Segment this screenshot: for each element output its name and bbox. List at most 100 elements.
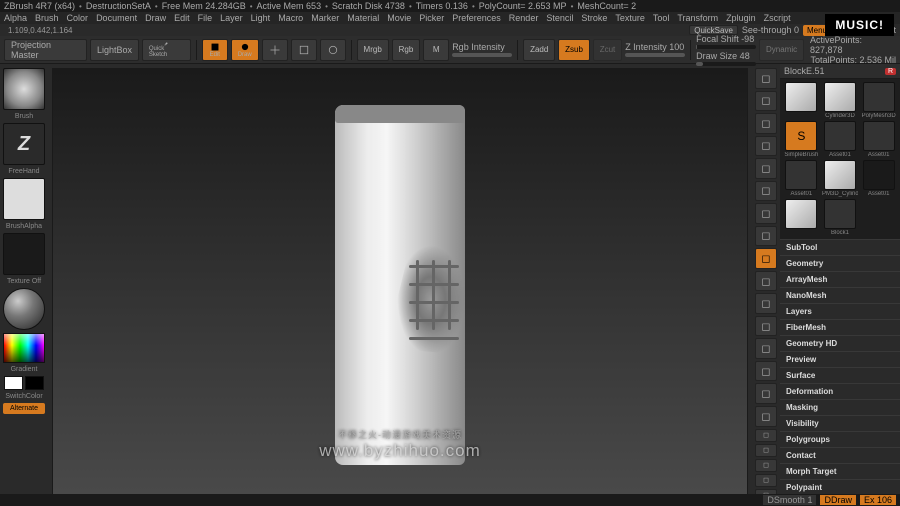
section-arraymesh[interactable]: ArrayMesh	[780, 271, 900, 287]
menu-texture[interactable]: Texture	[615, 13, 645, 23]
shelf-spix[interactable]: ◻	[755, 68, 777, 89]
shelf-scroll[interactable]: ◻	[755, 91, 777, 112]
brush-picker[interactable]	[3, 68, 45, 110]
menu-layer[interactable]: Layer	[220, 13, 243, 23]
section-surface[interactable]: Surface	[780, 367, 900, 383]
section-polypaint[interactable]: Polypaint	[780, 479, 900, 495]
shelf-ghost[interactable]: ◻	[755, 459, 777, 472]
ex-stat[interactable]: Ex 106	[860, 495, 896, 505]
menu-zplugin[interactable]: Zplugin	[726, 13, 756, 23]
shelf-xpose[interactable]: ◻	[755, 293, 777, 314]
shelf-move[interactable]: ◻	[755, 338, 777, 359]
section-geometry-hd[interactable]: Geometry HD	[780, 335, 900, 351]
section-deformation[interactable]: Deformation	[780, 383, 900, 399]
section-morph-target[interactable]: Morph Target	[780, 463, 900, 479]
switchcolor-button[interactable]: SwitchColor	[5, 393, 42, 400]
zcut-button[interactable]: Zcut	[593, 39, 622, 61]
menu-file[interactable]: File	[198, 13, 213, 23]
menu-material[interactable]: Material	[347, 13, 379, 23]
rgb-intensity-slider[interactable]: Rgb Intensity	[452, 42, 512, 57]
draw-size-slider[interactable]: Draw Size 48	[696, 51, 756, 66]
dsmooth-stat[interactable]: DSmooth 1	[763, 495, 816, 505]
stroke-picker[interactable]: Z	[3, 123, 45, 165]
menu-tool[interactable]: Tool	[653, 13, 670, 23]
shelf-polyf[interactable]: ◻	[755, 406, 777, 427]
menu-movie[interactable]: Movie	[387, 13, 411, 23]
tool-thumb[interactable]	[863, 121, 895, 151]
edit-mode-button[interactable]: Edit	[202, 39, 228, 61]
focal-shift-slider[interactable]: Focal Shift -98	[696, 34, 756, 49]
section-subtool[interactable]: SubTool	[780, 239, 900, 255]
shelf-frame[interactable]: ◻	[755, 316, 777, 337]
dynamic-button[interactable]: Dynamic	[759, 39, 804, 61]
zadd-button[interactable]: Zadd	[523, 39, 555, 61]
material-picker[interactable]	[3, 288, 45, 330]
menu-color[interactable]: Color	[67, 13, 89, 23]
shelf-trnsp[interactable]: ◻	[755, 444, 777, 457]
tool-thumb[interactable]	[785, 82, 817, 112]
move-button[interactable]	[262, 39, 288, 61]
shelf-persp[interactable]: ◻	[755, 181, 777, 202]
section-contact[interactable]: Contact	[780, 447, 900, 463]
tool-thumb[interactable]	[824, 121, 856, 151]
menu-transform[interactable]: Transform	[677, 13, 718, 23]
section-masking[interactable]: Masking	[780, 399, 900, 415]
menu-light[interactable]: Light	[251, 13, 271, 23]
menu-zscript[interactable]: Zscript	[764, 13, 791, 23]
viewport[interactable]: 不移之火-动漫游戏美术资源 www.byzhihuo.com	[52, 68, 748, 502]
menu-marker[interactable]: Marker	[311, 13, 339, 23]
tool-thumb[interactable]	[785, 160, 817, 190]
shelf-aahalf[interactable]: ◻	[755, 158, 777, 179]
quick-sketch-button[interactable]: Quick Sketch	[142, 39, 191, 61]
menu-render[interactable]: Render	[509, 13, 539, 23]
texture-picker[interactable]	[3, 233, 45, 275]
tool-thumb[interactable]	[863, 160, 895, 190]
lightbox-button[interactable]: LightBox	[90, 39, 139, 61]
menu-stencil[interactable]: Stencil	[546, 13, 573, 23]
section-geometry[interactable]: Geometry	[780, 255, 900, 271]
shelf-rotate[interactable]: ◻	[755, 383, 777, 404]
shelf-actual[interactable]: ◻	[755, 136, 777, 157]
shelf-pt sel[interactable]: ◻	[755, 429, 777, 442]
ddraw-stat[interactable]: DDraw	[820, 495, 856, 505]
menu-edit[interactable]: Edit	[174, 13, 190, 23]
section-preview[interactable]: Preview	[780, 351, 900, 367]
mesh-object[interactable]	[335, 105, 465, 465]
menu-draw[interactable]: Draw	[145, 13, 166, 23]
shelf-scale[interactable]: ◻	[755, 361, 777, 382]
rgb-button[interactable]: Rgb	[392, 39, 421, 61]
alpha-picker[interactable]	[3, 178, 45, 220]
tool-thumb[interactable]	[863, 82, 895, 112]
tool-thumb[interactable]	[824, 199, 856, 229]
alternate-button[interactable]: Alternate	[3, 403, 45, 414]
menu-document[interactable]: Document	[96, 13, 137, 23]
secondary-color-swatch[interactable]	[25, 376, 44, 390]
section-layers[interactable]: Layers	[780, 303, 900, 319]
section-nanomesh[interactable]: NanoMesh	[780, 287, 900, 303]
menu-brush[interactable]: Brush	[35, 13, 59, 23]
rotate-button[interactable]	[320, 39, 346, 61]
menu-picker[interactable]: Picker	[419, 13, 444, 23]
tool-block-header[interactable]: BlockE.51R	[780, 64, 900, 79]
shelf-solo[interactable]: ◻	[755, 474, 777, 487]
main-color-swatch[interactable]	[4, 376, 23, 390]
tool-thumb[interactable]	[824, 160, 856, 190]
section-fibermesh[interactable]: FiberMesh	[780, 319, 900, 335]
projection-master-button[interactable]: Projection Master	[4, 39, 87, 61]
shelf-l.sym[interactable]: ◻	[755, 271, 777, 292]
zsub-button[interactable]: Zsub	[558, 39, 590, 61]
menu-macro[interactable]: Macro	[278, 13, 303, 23]
mrgb-button[interactable]: Mrgb	[357, 39, 389, 61]
tool-thumb[interactable]	[824, 82, 856, 112]
shelf-lce[interactable]: ◻	[755, 248, 777, 269]
draw-mode-button[interactable]: Draw	[231, 39, 259, 61]
color-picker[interactable]	[3, 333, 45, 363]
menu-preferences[interactable]: Preferences	[452, 13, 501, 23]
scale-button[interactable]	[291, 39, 317, 61]
tool-thumb[interactable]	[785, 199, 817, 229]
section-visibility[interactable]: Visibility	[780, 415, 900, 431]
shelf-local[interactable]: ◻	[755, 226, 777, 247]
shelf-zoom[interactable]: ◻	[755, 113, 777, 134]
menu-alpha[interactable]: Alpha	[4, 13, 27, 23]
gradient-label[interactable]: Gradient	[11, 366, 38, 373]
